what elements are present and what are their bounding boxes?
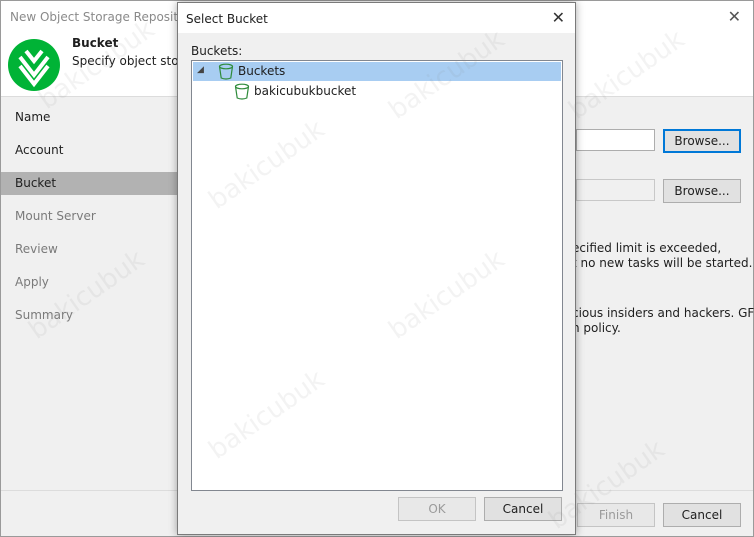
- immutability-text-1: cious insiders and hackers. GFS: [572, 306, 754, 320]
- nav-item-review[interactable]: Review: [1, 238, 178, 261]
- wizard-nav: Name Account Bucket Mount Server Review …: [1, 98, 178, 490]
- veeam-logo-icon: [8, 39, 60, 91]
- dialog-titlebar: Select Bucket ✕: [178, 3, 575, 33]
- folder-field[interactable]: [576, 179, 655, 201]
- tree-node-buckets-root[interactable]: ◢ Buckets: [193, 62, 561, 81]
- nav-item-name[interactable]: Name: [1, 106, 178, 129]
- close-icon[interactable]: ✕: [552, 8, 565, 27]
- expand-arrow-icon[interactable]: ◢: [197, 65, 204, 75]
- bucket-icon: [218, 63, 234, 80]
- wizard-cancel-button[interactable]: Cancel: [663, 503, 741, 527]
- browse-bucket-button[interactable]: Browse...: [663, 129, 741, 153]
- tree-node-bakicubukbucket[interactable]: bakicubukbucket: [193, 82, 561, 101]
- nav-item-account[interactable]: Account: [1, 139, 178, 162]
- finish-button[interactable]: Finish: [577, 503, 655, 527]
- select-bucket-dialog: Select Bucket ✕ Buckets: ◢ Buckets bakic…: [177, 2, 576, 535]
- tree-label-buckets: Buckets: [238, 64, 286, 78]
- immutability-text-2: n policy.: [572, 321, 621, 335]
- browse-folder-button[interactable]: Browse...: [663, 179, 741, 203]
- nav-item-bucket[interactable]: Bucket: [1, 172, 178, 195]
- bucket-tree[interactable]: ◢ Buckets bakicubukbucket: [191, 60, 563, 491]
- header-title: Bucket: [72, 36, 119, 50]
- bucket-icon: [234, 83, 250, 100]
- close-icon[interactable]: ✕: [728, 7, 741, 26]
- bucket-field[interactable]: [576, 129, 655, 151]
- nav-item-apply[interactable]: Apply: [1, 271, 178, 294]
- tree-label-bakicubukbucket: bakicubukbucket: [254, 84, 357, 98]
- wizard-title: New Object Storage Repository: [10, 10, 198, 24]
- ok-button[interactable]: OK: [398, 497, 476, 521]
- limit-text-1: ecified limit is exceeded,: [572, 241, 722, 255]
- buckets-label: Buckets:: [191, 44, 243, 58]
- dialog-cancel-button[interactable]: Cancel: [484, 497, 562, 521]
- nav-item-mount-server[interactable]: Mount Server: [1, 205, 178, 228]
- dialog-title: Select Bucket: [186, 12, 268, 26]
- nav-item-summary[interactable]: Summary: [1, 304, 178, 327]
- limit-text-2: t no new tasks will be started.: [572, 256, 753, 270]
